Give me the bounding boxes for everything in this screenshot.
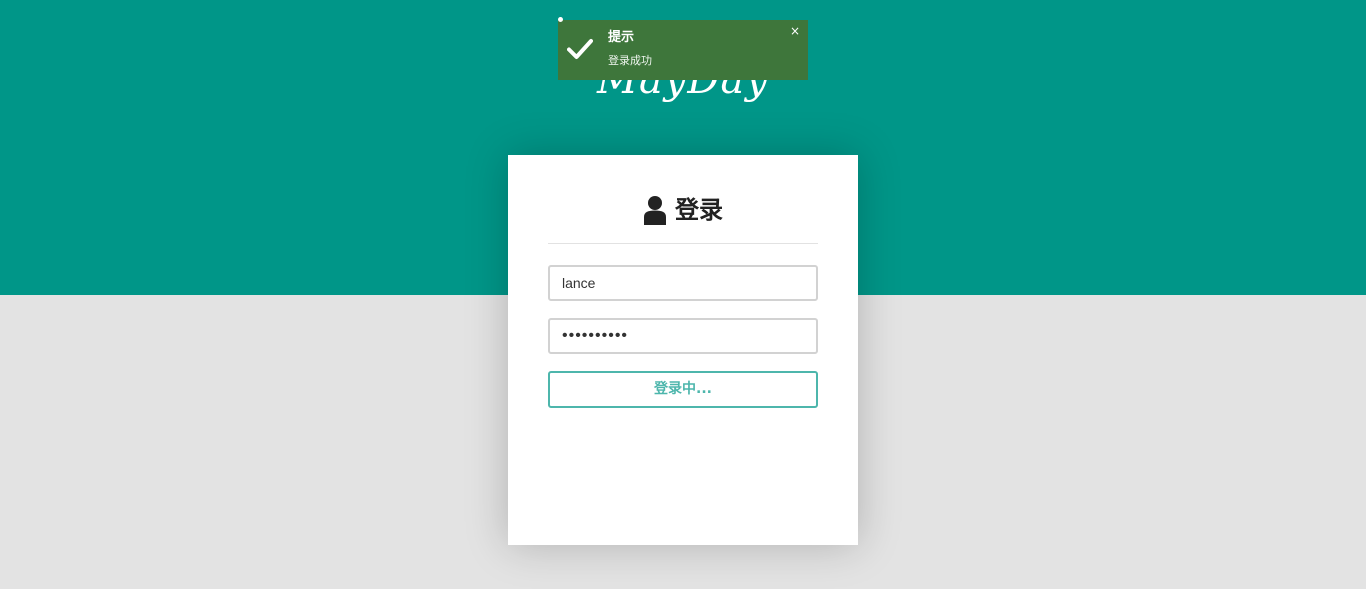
username-input[interactable]: [548, 265, 818, 301]
check-icon: [567, 39, 593, 59]
toast-title: 提示: [608, 30, 635, 45]
login-title: 登录: [675, 196, 723, 224]
success-toast: 提示 登录成功 ×: [558, 17, 808, 80]
user-icon: [644, 196, 666, 225]
login-card: 登录 登录中...: [508, 155, 858, 545]
login-title-group: 登录: [643, 195, 723, 225]
login-page: MayDay 登录 登录中... 提示 登录成功 ×: [0, 0, 1366, 589]
login-header: 登录: [548, 195, 818, 244]
login-button[interactable]: 登录中...: [548, 371, 818, 408]
toast-dot: [558, 17, 563, 22]
close-icon[interactable]: ×: [790, 23, 800, 39]
password-input[interactable]: [548, 318, 818, 354]
toast-message: 登录成功: [608, 54, 652, 67]
